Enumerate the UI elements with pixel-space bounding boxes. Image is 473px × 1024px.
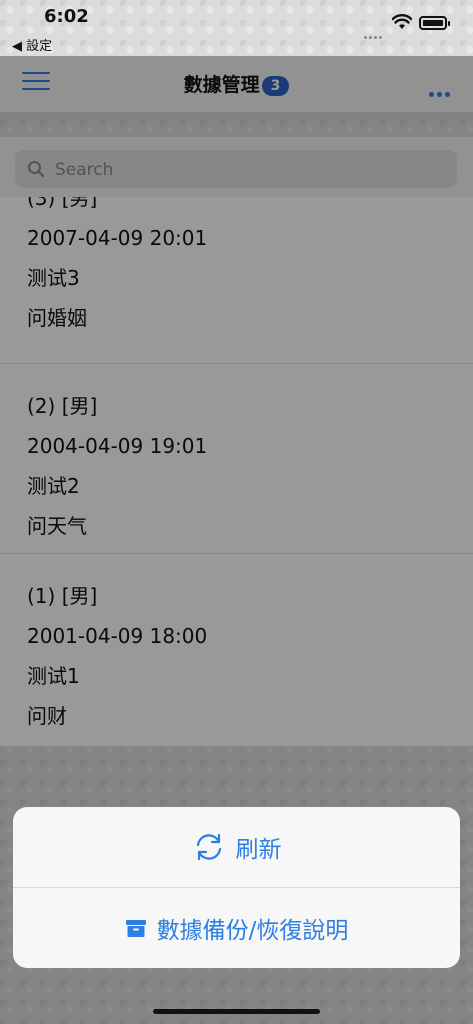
action-sheet: 刷新 數據備份/恢復說明 (13, 807, 460, 968)
wifi-icon (391, 14, 413, 32)
status-bar: 6:02 ◀ 設定 (0, 0, 473, 56)
battery-icon (419, 16, 450, 30)
refresh-icon (192, 832, 226, 862)
modal-dim-overlay[interactable] (0, 56, 473, 746)
cellular-signal-icon (364, 24, 386, 39)
back-to-app-link[interactable]: ◀ 設定 (12, 35, 52, 54)
status-time: 6:02 (44, 6, 89, 27)
home-indicator (153, 1009, 320, 1014)
backup-restore-label: 數據備份/恢復說明 (156, 918, 349, 944)
refresh-label: 刷新 (235, 837, 282, 863)
refresh-button[interactable]: 刷新 (13, 807, 460, 888)
backup-restore-help-button[interactable]: 數據備份/恢復說明 (13, 888, 460, 968)
archive-box-icon (125, 918, 147, 938)
